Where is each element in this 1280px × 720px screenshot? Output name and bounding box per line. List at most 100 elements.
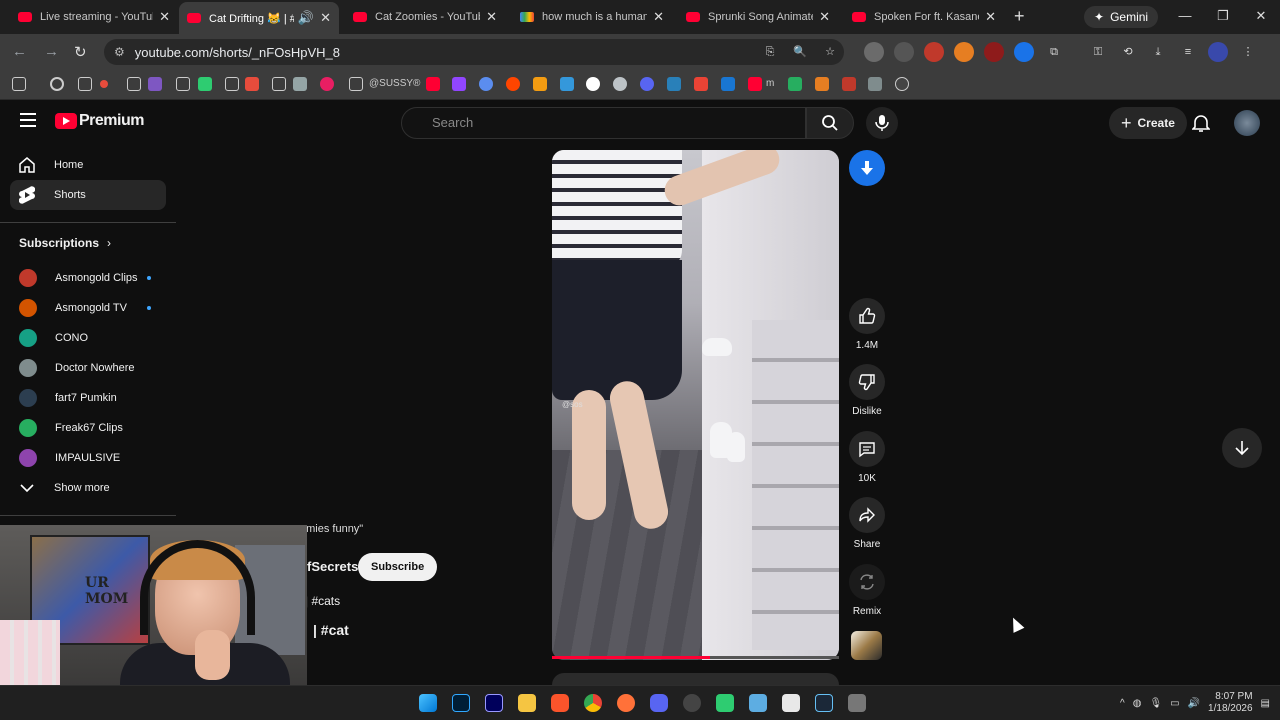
bookmark-icon[interactable] xyxy=(50,77,64,91)
comments-button[interactable] xyxy=(849,431,885,467)
sidebar-sub-impaulsive[interactable]: IMPAULSIVE xyxy=(0,443,176,473)
show-more-button[interactable]: Show more xyxy=(0,473,176,503)
bookmark-icon[interactable] xyxy=(560,77,574,91)
extension-icon[interactable] xyxy=(864,42,884,62)
forward-icon[interactable]: → xyxy=(44,43,59,60)
sidebar-sub-cono[interactable]: CONO xyxy=(0,323,176,353)
folder-icon[interactable] xyxy=(78,77,92,91)
youtube-icon[interactable] xyxy=(748,77,762,91)
notepad-icon[interactable] xyxy=(782,694,800,712)
short-hashtags[interactable]: | #cats xyxy=(305,594,340,608)
shorts-video-player[interactable]: @sos xyxy=(552,150,839,660)
zoom-icon[interactable]: 🔍 xyxy=(790,42,810,62)
key-icon[interactable]: ⚿ xyxy=(1088,42,1108,62)
tab-spoken-for[interactable]: Spoken For ft. Kasane Tet ✕ xyxy=(844,4,1004,30)
related-search-chip[interactable]: omies funny" xyxy=(300,523,363,535)
file-explorer-icon[interactable] xyxy=(518,694,536,712)
media-icon[interactable]: ≡ xyxy=(1178,42,1198,62)
puzzle-icon[interactable]: ⧉ xyxy=(1044,42,1064,62)
bookmark-icon[interactable] xyxy=(100,80,108,88)
bookmark-icon[interactable] xyxy=(842,77,856,91)
account-avatar[interactable] xyxy=(1234,110,1260,136)
extension-icon[interactable] xyxy=(984,42,1004,62)
sidebar-sub-asmongold-clips[interactable]: Asmongold Clips xyxy=(0,263,176,293)
bookmark-icon[interactable] xyxy=(479,77,493,91)
gmail-icon[interactable] xyxy=(694,77,708,91)
like-button[interactable] xyxy=(849,298,885,334)
remix-button[interactable] xyxy=(849,564,885,600)
sidebar-item-home[interactable]: Home xyxy=(0,150,176,180)
dislike-button[interactable] xyxy=(849,364,885,400)
tab-cat-drifting[interactable]: Cat Drifting 😹 | #cat 🔊 ✕ xyxy=(179,2,339,34)
profile-avatar-icon[interactable] xyxy=(1208,42,1228,62)
firefox-icon[interactable] xyxy=(617,694,635,712)
create-button[interactable]: + Create xyxy=(1109,107,1187,139)
speaker-icon[interactable]: 🔊 xyxy=(298,10,314,26)
brave-icon[interactable] xyxy=(551,694,569,712)
folder-icon[interactable] xyxy=(176,77,190,91)
display-icon[interactable]: ▭ xyxy=(1170,698,1179,709)
premiere-icon[interactable] xyxy=(485,694,503,712)
new-tab-button[interactable]: + xyxy=(1014,6,1025,27)
sidebar-sub-freak67-clips[interactable]: Freak67 Clips xyxy=(0,413,176,443)
sidebar-item-shorts[interactable]: Shorts xyxy=(10,180,166,210)
microphone-tray-icon[interactable]: 🎙 xyxy=(1149,698,1162,709)
close-icon[interactable]: ✕ xyxy=(159,9,170,25)
tab-live-streaming[interactable]: Live streaming - YouTube ✕ xyxy=(10,4,178,30)
obs-icon[interactable] xyxy=(683,694,701,712)
bookmark-label[interactable]: m xyxy=(766,78,774,89)
close-icon[interactable]: ✕ xyxy=(653,9,664,25)
like-action[interactable]: 1.4M xyxy=(846,298,888,351)
remix-action[interactable]: Remix xyxy=(846,564,888,617)
bookmark-icon[interactable] xyxy=(788,77,802,91)
taskbar-clock[interactable]: 8:07 PM 1/18/2026 xyxy=(1208,691,1253,715)
chevron-up-icon[interactable]: ^ xyxy=(1120,698,1125,709)
bookmark-icon[interactable] xyxy=(667,77,681,91)
extension-icon[interactable] xyxy=(954,42,974,62)
extension-icon[interactable] xyxy=(924,42,944,62)
reddit-icon[interactable] xyxy=(506,77,520,91)
extension-icon[interactable] xyxy=(894,42,914,62)
search-button[interactable] xyxy=(806,107,854,139)
extension-icon[interactable] xyxy=(1014,42,1034,62)
bookmark-icon[interactable] xyxy=(640,77,654,91)
photoshop-icon[interactable] xyxy=(452,694,470,712)
folder-icon[interactable] xyxy=(127,77,141,91)
close-icon[interactable]: ✕ xyxy=(486,9,497,25)
bookmark-icon[interactable] xyxy=(148,77,162,91)
sidebar-sub-doctor-nowhere[interactable]: Doctor Nowhere xyxy=(0,353,176,383)
bookmark-icon[interactable] xyxy=(815,77,829,91)
network-icon[interactable]: ◍ xyxy=(1133,698,1142,709)
bookmark-icon[interactable] xyxy=(245,77,259,91)
bookmark-icon[interactable] xyxy=(198,77,212,91)
link-icon[interactable] xyxy=(293,77,307,91)
tab-cat-zoomies[interactable]: Cat Zoomies - YouTube ✕ xyxy=(345,4,505,30)
site-info-icon[interactable]: ⚙ xyxy=(114,45,125,59)
close-icon[interactable]: ✕ xyxy=(985,9,996,25)
youtube-premium-logo[interactable]: Premium xyxy=(55,112,144,130)
download-button[interactable] xyxy=(849,150,885,186)
url-bar[interactable]: ⚙ youtube.com/shorts/_nFOsHpVH_8 xyxy=(104,39,844,65)
install-icon[interactable]: ⎘ xyxy=(760,42,780,62)
sound-thumbnail[interactable] xyxy=(851,631,882,660)
sidebar-sub-fart7-pumkin[interactable]: fart7 Pumkin xyxy=(0,383,176,413)
short-channel-name[interactable]: fSecrets xyxy=(307,559,358,574)
maximize-icon[interactable]: ❐ xyxy=(1204,0,1242,34)
reload-icon[interactable]: ↻ xyxy=(74,43,87,61)
search-input[interactable]: Search xyxy=(401,107,806,139)
youtube-icon[interactable] xyxy=(426,77,440,91)
history-icon[interactable]: ⟲ xyxy=(1118,42,1138,62)
discord-icon[interactable] xyxy=(650,694,668,712)
sidebar-sub-asmongold-tv[interactable]: Asmongold TV xyxy=(0,293,176,323)
tab-sprunki[interactable]: Sprunki Song Animated M ✕ xyxy=(678,4,838,30)
minimize-icon[interactable]: — xyxy=(1166,0,1204,34)
globe-icon[interactable] xyxy=(613,77,627,91)
folder-icon[interactable] xyxy=(349,77,363,91)
bookmark-icon[interactable] xyxy=(320,77,334,91)
tab-how-much[interactable]: how much is a human ba ✕ xyxy=(512,4,672,30)
next-short-button[interactable] xyxy=(1222,428,1262,468)
download-icon[interactable]: ⤓ xyxy=(1148,42,1168,62)
steam-icon[interactable] xyxy=(815,694,833,712)
bookmark-star-icon[interactable]: ☆ xyxy=(820,42,840,62)
app-icon[interactable] xyxy=(716,694,734,712)
